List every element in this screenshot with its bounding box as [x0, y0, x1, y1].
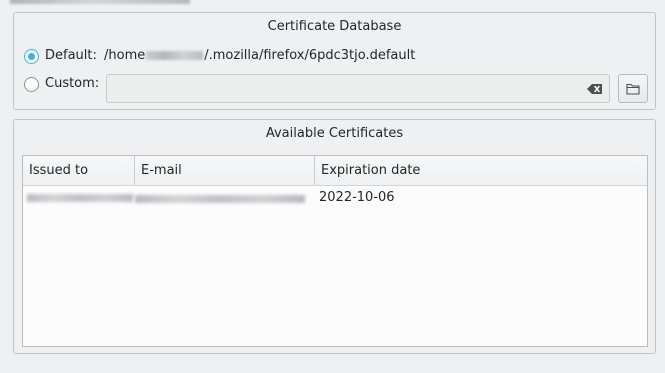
column-header-issued-to[interactable]: Issued to — [23, 156, 135, 185]
redacted-issued-to — [27, 194, 133, 202]
certificate-database-group: Certificate Database Default: /home /.moz… — [13, 12, 656, 110]
custom-path-input[interactable] — [106, 74, 610, 103]
default-path-prefix: /home — [104, 48, 146, 63]
default-label: Default: — [45, 48, 97, 63]
default-radio-option[interactable]: Default: — [24, 48, 97, 64]
column-header-email[interactable]: E-mail — [135, 156, 315, 185]
certificates-table[interactable]: Issued to E-mail Expiration date 2022-10… — [22, 155, 648, 347]
custom-radio[interactable] — [24, 76, 39, 92]
custom-label: Custom: — [45, 76, 100, 91]
redacted-email — [135, 195, 305, 203]
browse-folder-button[interactable] — [618, 74, 648, 103]
available-certificates-group: Available Certificates Issued to E-mail … — [13, 119, 656, 354]
folder-open-icon — [626, 83, 640, 95]
default-radio[interactable] — [24, 48, 39, 64]
redacted-top-text — [0, 0, 665, 6]
table-header: Issued to E-mail Expiration date — [23, 156, 647, 186]
available-certificates-title: Available Certificates — [265, 126, 404, 141]
table-row[interactable]: 2022-10-06 — [23, 186, 647, 210]
clear-text-icon[interactable] — [587, 83, 603, 95]
default-path-suffix: /.mozilla/firefox/6pdc3tjo.default — [204, 48, 416, 63]
column-header-expiration-date[interactable]: Expiration date — [315, 156, 647, 185]
redacted-username — [146, 51, 204, 60]
cell-expiration-date: 2022-10-06 — [319, 190, 395, 205]
default-path: /home /.mozilla/firefox/6pdc3tjo.default — [104, 48, 415, 64]
certificate-database-title: Certificate Database — [267, 19, 402, 34]
custom-radio-option[interactable]: Custom: — [24, 76, 99, 92]
